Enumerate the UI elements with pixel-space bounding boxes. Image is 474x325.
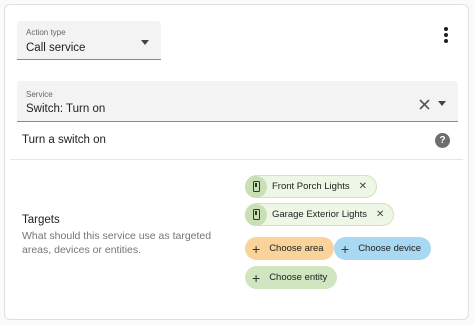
action-type-value: Call service bbox=[26, 42, 86, 54]
target-chip-label: Front Porch Lights bbox=[272, 181, 350, 192]
target-chip-label: Garage Exterior Lights bbox=[272, 209, 368, 220]
choose-entity-button[interactable]: + Choose entity bbox=[245, 266, 338, 289]
service-value: Switch: Turn on bbox=[26, 103, 106, 115]
choose-area-label: Choose area bbox=[269, 243, 324, 254]
plus-icon: + bbox=[341, 240, 350, 257]
switch-icon bbox=[252, 181, 260, 192]
service-description: Turn a switch on bbox=[22, 134, 106, 146]
dot bbox=[444, 39, 448, 43]
divider bbox=[10, 159, 463, 160]
action-type-select[interactable]: Action type Call service bbox=[17, 21, 161, 60]
targets-title: Targets bbox=[22, 214, 60, 226]
entity-icon-wrap bbox=[245, 203, 267, 226]
dropdown-arrow-icon[interactable] bbox=[438, 101, 446, 106]
more-options-icon[interactable] bbox=[442, 27, 450, 43]
remove-icon[interactable]: ✕ bbox=[359, 181, 367, 192]
action-type-label: Action type bbox=[26, 28, 66, 37]
help-icon[interactable]: ? bbox=[435, 133, 450, 148]
plus-icon: + bbox=[252, 269, 261, 286]
service-select[interactable]: Service Switch: Turn on bbox=[17, 81, 458, 122]
service-action-card: Action type Call service Service Switch:… bbox=[4, 4, 469, 320]
target-chip-entity[interactable]: Front Porch Lights ✕ bbox=[245, 175, 378, 198]
choose-area-button[interactable]: + Choose area bbox=[245, 237, 334, 260]
service-label: Service bbox=[26, 90, 53, 99]
choose-entity-label: Choose entity bbox=[269, 272, 328, 283]
dropdown-arrow-icon bbox=[141, 40, 149, 45]
entity-icon-wrap bbox=[245, 175, 267, 198]
choose-device-button[interactable]: + Choose device bbox=[334, 237, 432, 260]
dot bbox=[444, 33, 448, 37]
remove-icon[interactable]: ✕ bbox=[376, 209, 384, 220]
choose-device-label: Choose device bbox=[358, 243, 422, 254]
switch-icon bbox=[252, 209, 260, 220]
target-chip-entity[interactable]: Garage Exterior Lights ✕ bbox=[245, 203, 395, 226]
dot bbox=[444, 27, 448, 31]
targets-description: What should this service use as targeted… bbox=[22, 230, 212, 256]
plus-icon: + bbox=[252, 240, 261, 257]
clear-icon[interactable] bbox=[419, 97, 430, 110]
